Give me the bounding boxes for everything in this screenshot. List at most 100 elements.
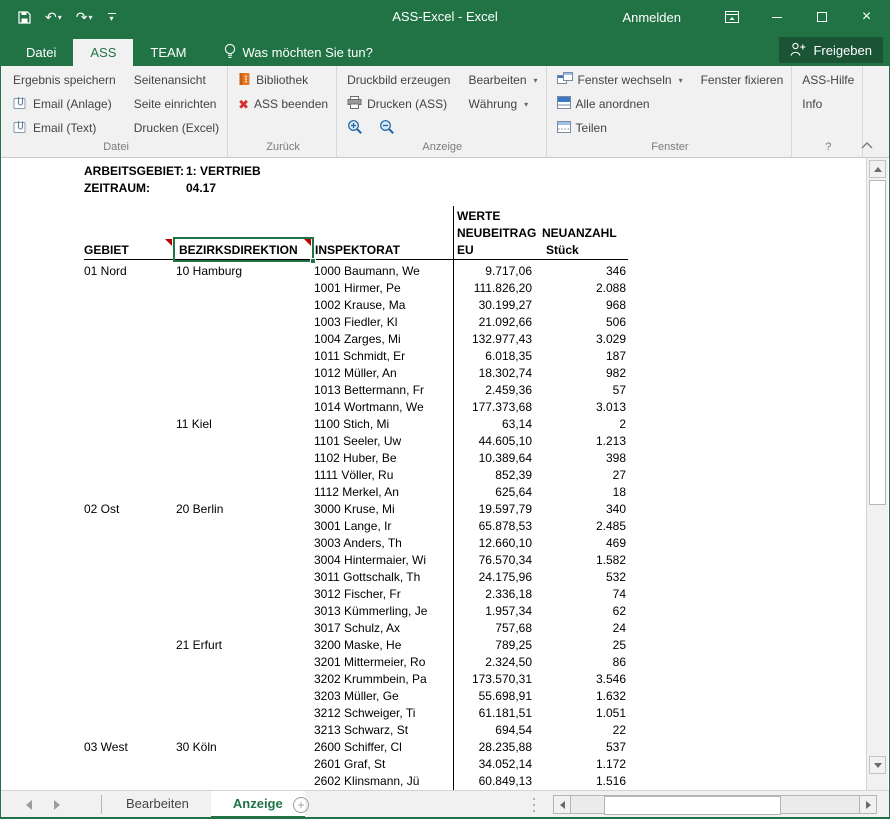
tab-ass[interactable]: ASS — [73, 39, 133, 66]
collapse-ribbon-icon[interactable] — [857, 138, 877, 152]
cell-gebiet[interactable] — [84, 756, 176, 773]
cell-inspektorat[interactable]: 1003 Fiedler, Kl — [314, 314, 453, 331]
cell-neubeitrag[interactable]: 19.597,79 — [453, 501, 539, 518]
cell-bezirksdirektion[interactable] — [176, 484, 314, 501]
fenster-fixieren-button[interactable]: Fenster fixieren — [697, 68, 788, 92]
cell-inspektorat[interactable]: 1112 Merkel, An — [314, 484, 453, 501]
cell-neuanzahl[interactable]: 968 — [539, 297, 628, 314]
sign-in-link[interactable]: Anmelden — [622, 10, 681, 25]
tab-team[interactable]: TEAM — [133, 39, 203, 66]
cell-neuanzahl[interactable]: 3.546 — [539, 671, 628, 688]
zoom-out-icon[interactable] — [379, 119, 395, 138]
cell-bezirksdirektion[interactable]: 11 Kiel — [176, 416, 314, 433]
cell-gebiet[interactable] — [84, 433, 176, 450]
cell-gebiet[interactable] — [84, 280, 176, 297]
cell-neubeitrag[interactable]: 10.389,64 — [453, 450, 539, 467]
cell-neubeitrag[interactable]: 76.570,34 — [453, 552, 539, 569]
cell-inspektorat[interactable]: 3017 Schulz, Ax — [314, 620, 453, 637]
cell-inspektorat[interactable]: 3000 Kruse, Mi — [314, 501, 453, 518]
waehrung-dropdown[interactable]: Währung▾ — [464, 92, 541, 116]
tab-datei[interactable]: Datei — [9, 39, 73, 66]
cell-bezirksdirektion[interactable] — [176, 722, 314, 739]
cell-neubeitrag[interactable]: 61.181,51 — [453, 705, 539, 722]
tell-me-box[interactable]: Was möchten Sie tun? — [224, 39, 373, 66]
cell-bezirksdirektion[interactable] — [176, 603, 314, 620]
sheet-nav-left-icon[interactable] — [21, 797, 37, 813]
cell-gebiet[interactable] — [84, 722, 176, 739]
cell-bezirksdirektion[interactable] — [176, 314, 314, 331]
cell-inspektorat[interactable]: 3013 Kümmerling, Je — [314, 603, 453, 620]
cell-neuanzahl[interactable]: 3.013 — [539, 399, 628, 416]
cell-neuanzahl[interactable]: 537 — [539, 739, 628, 756]
cell-neuanzahl[interactable]: 1.172 — [539, 756, 628, 773]
cell-neubeitrag[interactable]: 60.849,13 — [453, 773, 539, 790]
cell-gebiet[interactable] — [84, 484, 176, 501]
cell-neubeitrag[interactable]: 132.977,43 — [453, 331, 539, 348]
cell-neubeitrag[interactable]: 625,64 — [453, 484, 539, 501]
cell-neuanzahl[interactable]: 2.485 — [539, 518, 628, 535]
scroll-up-icon[interactable] — [869, 160, 886, 178]
cell-neuanzahl[interactable]: 24 — [539, 620, 628, 637]
sheet-tab-anzeige[interactable]: Anzeige — [211, 791, 305, 818]
cell-neuanzahl[interactable]: 346 — [539, 263, 628, 280]
cell-gebiet[interactable] — [84, 637, 176, 654]
redo-dropdown-icon[interactable]: ▾ — [88, 13, 92, 22]
cell-inspektorat[interactable]: 1111 Völler, Ru — [314, 467, 453, 484]
horizontal-scrollbar-thumb[interactable] — [604, 796, 781, 815]
cell-gebiet[interactable] — [84, 416, 176, 433]
cell-bezirksdirektion[interactable] — [176, 688, 314, 705]
cell-gebiet[interactable] — [84, 399, 176, 416]
close-button[interactable]: × — [844, 0, 889, 34]
minimize-button[interactable] — [754, 0, 799, 34]
undo-button[interactable]: ↶▾ — [40, 6, 67, 28]
cell-gebiet[interactable] — [84, 552, 176, 569]
cell-neuanzahl[interactable]: 1.516 — [539, 773, 628, 790]
cell-gebiet[interactable] — [84, 382, 176, 399]
cell-neubeitrag[interactable]: 852,39 — [453, 467, 539, 484]
cell-gebiet[interactable] — [84, 314, 176, 331]
cell-neuanzahl[interactable]: 27 — [539, 467, 628, 484]
cell-gebiet[interactable] — [84, 297, 176, 314]
cell-neubeitrag[interactable]: 28.235,88 — [453, 739, 539, 756]
sheet-tab-bearbeiten[interactable]: Bearbeiten — [104, 791, 211, 818]
cell-neuanzahl[interactable]: 398 — [539, 450, 628, 467]
cell-inspektorat[interactable]: 3004 Hintermaier, Wi — [314, 552, 453, 569]
fenster-wechseln-dropdown[interactable]: Fenster wechseln▾ — [553, 68, 687, 92]
new-sheet-button[interactable]: + — [293, 797, 309, 813]
cell-neubeitrag[interactable]: 177.373,68 — [453, 399, 539, 416]
ergebnis-speichern-button[interactable]: Ergebnis speichern — [9, 68, 120, 92]
cell-neubeitrag[interactable]: 757,68 — [453, 620, 539, 637]
vertical-scrollbar-thumb[interactable] — [869, 180, 886, 505]
seite-einrichten-button[interactable]: Seite einrichten — [130, 92, 223, 116]
cell-bezirksdirektion[interactable] — [176, 773, 314, 790]
cell-bezirksdirektion[interactable] — [176, 535, 314, 552]
cell-inspektorat[interactable]: 1004 Zarges, Mi — [314, 331, 453, 348]
cell-neubeitrag[interactable]: 2.459,36 — [453, 382, 539, 399]
scroll-left-icon[interactable] — [553, 795, 571, 814]
cell-gebiet[interactable] — [84, 518, 176, 535]
cell-inspektorat[interactable]: 3213 Schwarz, St — [314, 722, 453, 739]
cell-inspektorat[interactable]: 1001 Hirmer, Pe — [314, 280, 453, 297]
cell-neuanzahl[interactable]: 1.051 — [539, 705, 628, 722]
save-icon[interactable] — [13, 6, 36, 28]
cell-neubeitrag[interactable]: 2.324,50 — [453, 654, 539, 671]
cell-neuanzahl[interactable]: 532 — [539, 569, 628, 586]
ribbon-display-options-icon[interactable] — [709, 0, 754, 34]
info-button[interactable]: Info — [798, 92, 858, 116]
cell-neubeitrag[interactable]: 789,25 — [453, 637, 539, 654]
cell-bezirksdirektion[interactable] — [176, 569, 314, 586]
undo-dropdown-icon[interactable]: ▾ — [58, 13, 62, 22]
cell-inspektorat[interactable]: 1000 Baumann, We — [314, 263, 453, 280]
cell-bezirksdirektion[interactable] — [176, 450, 314, 467]
cell-inspektorat[interactable]: 1102 Huber, Be — [314, 450, 453, 467]
cell-bezirksdirektion[interactable] — [176, 756, 314, 773]
teilen-button[interactable]: Teilen — [553, 116, 687, 140]
cell-inspektorat[interactable]: 1014 Wortmann, We — [314, 399, 453, 416]
cell-gebiet[interactable] — [84, 654, 176, 671]
cell-gebiet[interactable] — [84, 535, 176, 552]
cell-neubeitrag[interactable]: 6.018,35 — [453, 348, 539, 365]
cell-neuanzahl[interactable]: 2.088 — [539, 280, 628, 297]
scroll-down-icon[interactable] — [869, 756, 886, 774]
cell-neuanzahl[interactable]: 18 — [539, 484, 628, 501]
cell-neuanzahl[interactable]: 469 — [539, 535, 628, 552]
